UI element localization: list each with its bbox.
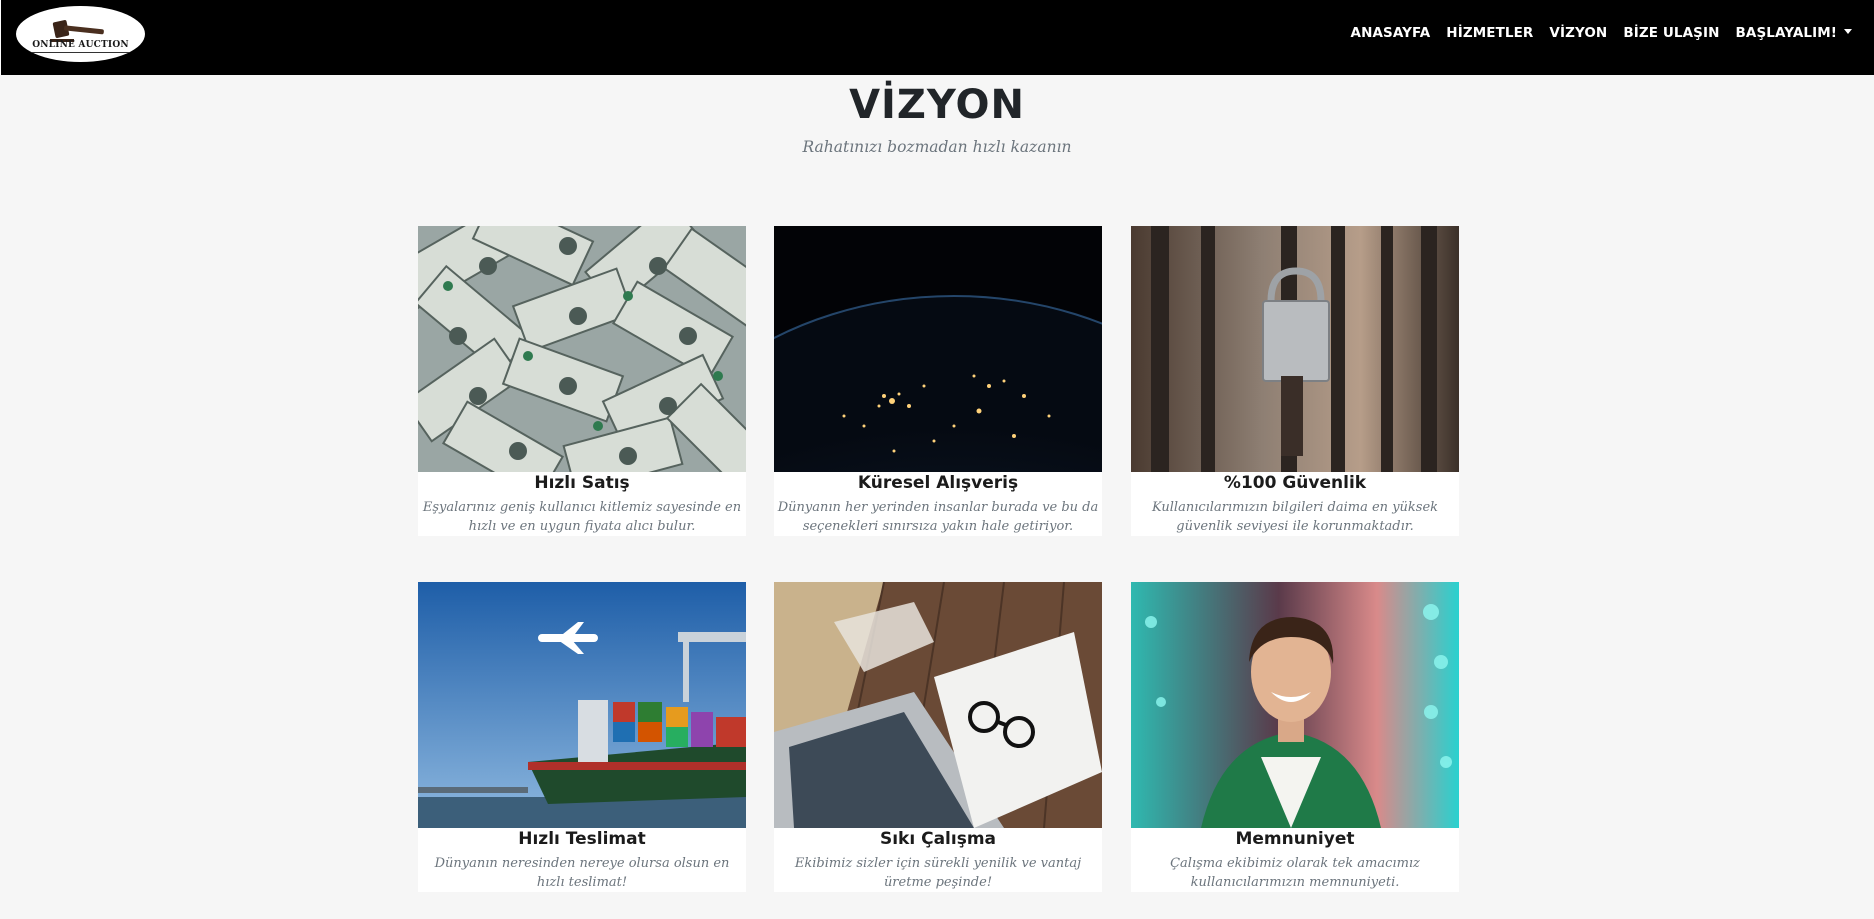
card-text: Kullanıcılarımızın bilgileri daima en yü… <box>1151 500 1439 534</box>
card-title: Hızlı Teslimat <box>518 829 646 849</box>
card-text: Eşyalarınız geniş kullanıcı kitlemiz say… <box>422 500 742 534</box>
card-text: Dünyanın her yerinden insanlar burada ve… <box>777 500 1099 534</box>
card-title: Hızlı Satış <box>534 473 630 493</box>
card-title: %100 Güvenlik <box>1223 473 1367 493</box>
card-text: Çalışma ekibimiz olarak tek amacımız kul… <box>1170 856 1420 890</box>
nav-dropdown-baslayalim[interactable]: BAŞLAYALIM! <box>1736 25 1852 41</box>
padlock-photo <box>1131 226 1459 472</box>
card-siki-calisma[interactable]: Sıkı Çalışma Ekibimiz sizler için sürekl… <box>774 582 1102 892</box>
section-subtitle: Rahatınızı bozmadan hızlı kazanın <box>802 138 1072 156</box>
nav-link-hizmetler[interactable]: HİZMETLER <box>1446 25 1533 41</box>
card-hizli-satis[interactable]: Hızlı Satış Eşyalarınız geniş kullanıcı … <box>418 226 746 536</box>
cargo-ship-airplane-photo <box>418 582 746 828</box>
card-guvenlik[interactable]: %100 Güvenlik Kullanıcılarımızın bilgile… <box>1131 226 1459 536</box>
card-kuresel-alisveris[interactable]: Küresel Alışveriş Dünyanın her yerinden … <box>774 226 1102 536</box>
nav-link-vizyon[interactable]: VİZYON <box>1549 25 1607 41</box>
section-title: VİZYON <box>849 82 1025 128</box>
navbar: ONLINE AUCTION ANASAYFA HİZMETLER VİZYON… <box>0 0 1874 75</box>
card-title: Sıkı Çalışma <box>879 829 997 849</box>
logo-text: ONLINE AUCTION <box>32 40 129 53</box>
card-text: Ekibimiz sizler için sürekli yenilik ve … <box>794 856 1082 890</box>
smiling-man-photo <box>1131 582 1459 828</box>
earth-at-night-photo <box>774 226 1102 472</box>
card-memnuniyet[interactable]: Memnuniyet Çalışma ekibimiz olarak tek a… <box>1131 582 1459 892</box>
card-text: Dünyanın neresinden nereye olursa olsun … <box>434 856 730 890</box>
card-title: Memnuniyet <box>1235 829 1355 849</box>
site-logo[interactable]: ONLINE AUCTION <box>16 6 145 62</box>
laptop-notebook-glasses-photo <box>774 582 1102 828</box>
caret-down-icon <box>1844 29 1852 34</box>
nav-link-anasayfa[interactable]: ANASAYFA <box>1351 25 1431 41</box>
dollar-bills-photo <box>418 226 746 472</box>
nav-links: ANASAYFA HİZMETLER VİZYON BİZE ULAŞIN BA… <box>1335 25 1852 41</box>
nav-link-bize-ulasin[interactable]: BİZE ULAŞIN <box>1623 25 1719 41</box>
card-hizli-teslimat[interactable]: Hızlı Teslimat Dünyanın neresinden nerey… <box>418 582 746 892</box>
card-title: Küresel Alışveriş <box>857 473 1019 493</box>
nav-dropdown-label: BAŞLAYALIM! <box>1735 25 1837 41</box>
